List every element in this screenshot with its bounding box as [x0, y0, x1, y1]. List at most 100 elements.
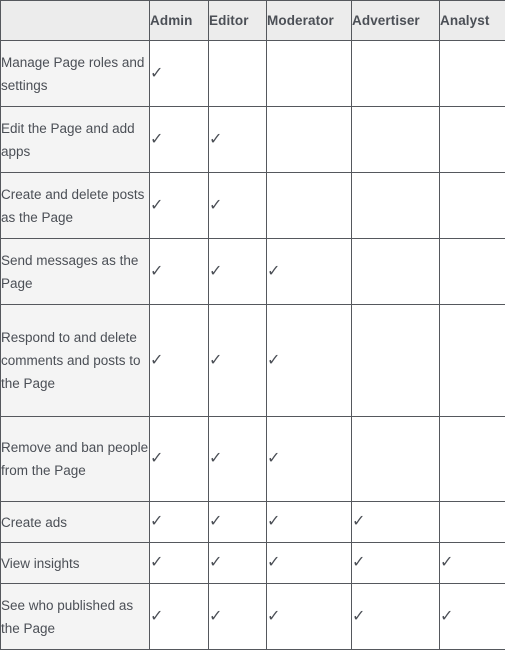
permission-cell-editor: ✓ — [208, 542, 267, 584]
check-icon: ✓ — [150, 554, 164, 571]
check-icon: ✓ — [150, 130, 164, 148]
permission-cell-advertiser: ✓ — [351, 172, 440, 239]
permission-cell-moderator: ✓ — [266, 106, 352, 173]
permission-cell-moderator: ✓ — [266, 238, 352, 305]
column-header-editor: Editor — [208, 0, 267, 41]
check-icon: ✓ — [150, 262, 164, 280]
table-row: Respond to and delete comments and posts… — [0, 304, 505, 417]
permission-cell-advertiser: ✓ — [351, 416, 440, 502]
table-row: Edit the Page and add apps✓✓✓✓✓ — [0, 106, 505, 173]
check-icon: ✓ — [267, 554, 281, 571]
task-label: Respond to and delete comments and posts… — [0, 304, 150, 417]
permission-cell-moderator: ✓ — [266, 501, 352, 543]
check-icon: ✓ — [209, 351, 223, 369]
task-label: See who published as the Page — [0, 583, 150, 650]
permission-cell-admin: ✓ — [149, 106, 209, 173]
permission-cell-moderator: ✓ — [266, 172, 352, 239]
check-icon: ✓ — [209, 262, 223, 280]
permission-cell-admin: ✓ — [149, 416, 209, 502]
permission-cell-analyst: ✓ — [439, 172, 505, 239]
table-row: See who published as the Page ✓ ✓ ✓ ✓ ✓ — [0, 583, 505, 650]
check-icon: ✓ — [209, 607, 223, 625]
table-header-row: Admin Editor Moderator Advertiser Analys… — [0, 0, 505, 41]
task-label: Create ads — [0, 501, 150, 543]
table-header: Admin Editor Moderator Advertiser Analys… — [0, 0, 505, 41]
column-header-task — [0, 0, 150, 41]
check-icon: ✓ — [209, 450, 223, 467]
check-icon: ✓ — [150, 607, 164, 625]
permission-cell-advertiser: ✓ — [351, 501, 440, 543]
permission-cell-editor: ✓ — [208, 304, 267, 417]
column-header-moderator: Moderator — [266, 0, 352, 41]
check-icon: ✓ — [267, 513, 281, 530]
permission-cell-analyst: ✓ — [439, 40, 505, 107]
permission-cell-advertiser: ✓ — [351, 542, 440, 584]
permission-cell-admin: ✓ — [149, 172, 209, 239]
permission-cell-advertiser: ✓ — [351, 238, 440, 305]
check-icon: ✓ — [209, 513, 223, 530]
permission-cell-editor: ✓ — [208, 416, 267, 502]
permission-cell-admin: ✓ — [149, 583, 209, 650]
task-label: Remove and ban people from the Page — [0, 416, 150, 502]
permission-cell-moderator: ✓ — [266, 40, 352, 107]
permission-cell-advertiser: ✓ — [351, 304, 440, 417]
permission-cell-advertiser: ✓ — [351, 40, 440, 107]
permission-cell-moderator: ✓ — [266, 542, 352, 584]
permission-cell-admin: ✓ — [149, 40, 209, 107]
permission-cell-analyst: ✓ — [439, 304, 505, 417]
permission-cell-moderator: ✓ — [266, 304, 352, 417]
check-icon: ✓ — [209, 130, 223, 148]
table-row: Create and delete posts as the Page✓✓✓✓✓ — [0, 172, 505, 239]
check-icon: ✓ — [352, 554, 366, 571]
task-label: Manage Page roles and settings — [0, 40, 150, 107]
permission-cell-admin: ✓ — [149, 501, 209, 543]
check-icon: ✓ — [209, 196, 223, 214]
check-icon: ✓ — [267, 450, 281, 467]
check-icon: ✓ — [440, 607, 454, 625]
check-icon: ✓ — [267, 351, 281, 369]
permission-cell-analyst: ✓ — [439, 106, 505, 173]
check-icon: ✓ — [352, 513, 366, 530]
check-icon: ✓ — [150, 513, 164, 530]
permission-cell-editor: ✓ — [208, 501, 267, 543]
task-label: Create and delete posts as the Page — [0, 172, 150, 239]
permission-cell-analyst: ✓ — [439, 542, 505, 584]
check-icon: ✓ — [150, 351, 164, 369]
permission-cell-admin: ✓ — [149, 238, 209, 305]
table-row: Remove and ban people from the Page✓✓✓✓✓ — [0, 416, 505, 502]
column-header-advertiser: Advertiser — [351, 0, 440, 41]
check-icon: ✓ — [440, 554, 454, 571]
permission-cell-analyst: ✓ — [439, 583, 505, 650]
task-label: Edit the Page and add apps — [0, 106, 150, 173]
check-icon: ✓ — [150, 196, 164, 214]
check-icon: ✓ — [267, 607, 281, 625]
permission-cell-analyst: ✓ — [439, 238, 505, 305]
check-icon: ✓ — [150, 450, 164, 467]
check-icon: ✓ — [209, 554, 223, 571]
task-label: Send messages as the Page — [0, 238, 150, 305]
column-header-admin: Admin — [149, 0, 209, 41]
permission-cell-advertiser: ✓ — [351, 583, 440, 650]
column-header-analyst: Analyst — [439, 0, 505, 41]
page-roles-permissions-table: Admin Editor Moderator Advertiser Analys… — [0, 0, 505, 650]
permission-cell-editor: ✓ — [208, 172, 267, 239]
table-body: Manage Page roles and settings✓✓✓✓✓Edit … — [0, 40, 505, 650]
check-icon: ✓ — [150, 64, 164, 82]
check-icon: ✓ — [267, 262, 281, 280]
permission-cell-moderator: ✓ — [266, 416, 352, 502]
permission-cell-admin: ✓ — [149, 542, 209, 584]
table-row: Send messages as the Page✓✓✓✓✓ — [0, 238, 505, 305]
permission-cell-admin: ✓ — [149, 304, 209, 417]
task-label: View insights — [0, 542, 150, 584]
permission-cell-analyst: ✓ — [439, 416, 505, 502]
table-row: View insights ✓ ✓ ✓ ✓ ✓ — [0, 542, 505, 584]
permission-cell-editor: ✓ — [208, 583, 267, 650]
check-icon: ✓ — [352, 607, 366, 625]
permission-cell-editor: ✓ — [208, 238, 267, 305]
permission-cell-analyst: ✓ — [439, 501, 505, 543]
permission-cell-editor: ✓ — [208, 106, 267, 173]
table-row: Create ads✓✓✓✓✓ — [0, 501, 505, 543]
permission-cell-advertiser: ✓ — [351, 106, 440, 173]
permission-cell-moderator: ✓ — [266, 583, 352, 650]
table-row: Manage Page roles and settings✓✓✓✓✓ — [0, 40, 505, 107]
